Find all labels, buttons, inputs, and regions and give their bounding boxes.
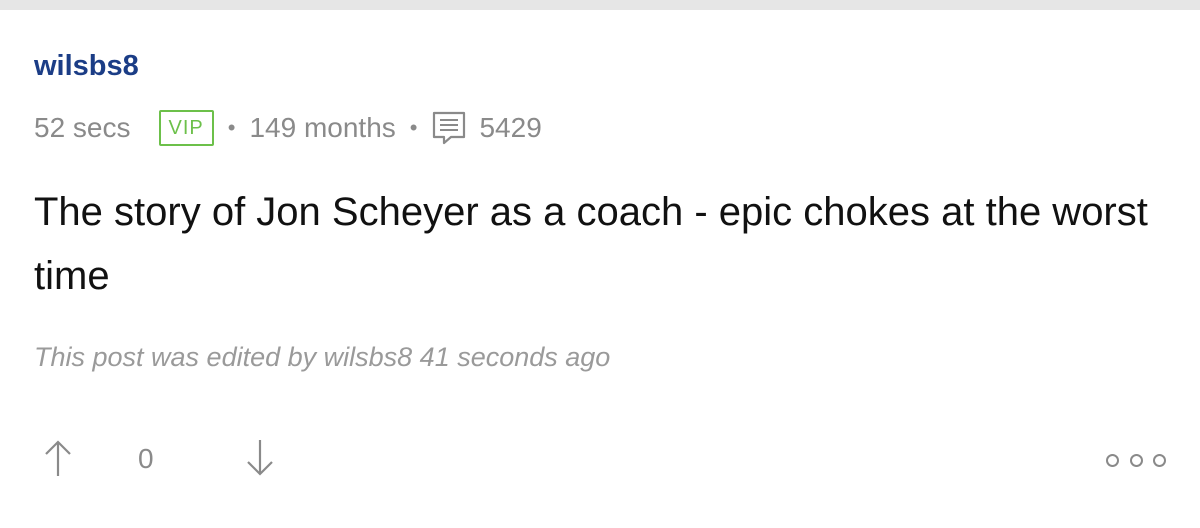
more-options-icon — [1153, 453, 1166, 467]
vip-badge: VIP — [158, 110, 214, 146]
more-options-icon — [1129, 453, 1143, 467]
member-tenure: 149 months — [249, 112, 396, 143]
more-options-icon — [1106, 453, 1119, 467]
separator-dot: • — [227, 115, 236, 140]
comment-count: 5429 — [479, 112, 542, 143]
post-meta: 52 secs VIP • 149 months • 5429 — [34, 108, 542, 148]
more-options-button[interactable] — [1106, 445, 1166, 475]
time-ago: 52 secs — [34, 112, 131, 143]
vote-score: 0 — [138, 443, 154, 474]
username-link[interactable]: wilsbs8 — [34, 50, 139, 83]
post-card: wilsbs8 52 secs VIP • 149 months • 5429 … — [0, 10, 1200, 528]
upvote-button[interactable] — [38, 435, 78, 485]
post-actions: 0 — [34, 435, 1166, 485]
post-body: The story of Jon Scheyer as a coach - ep… — [34, 190, 1148, 298]
downvote-button[interactable] — [240, 435, 280, 485]
edit-note: This post was edited by wilsbs8 41 secon… — [34, 342, 611, 372]
arrow-up-icon — [43, 438, 73, 483]
arrow-down-icon — [245, 438, 275, 483]
top-divider — [0, 0, 1200, 10]
separator-dot: • — [409, 115, 418, 140]
comment-bubble-icon — [431, 110, 467, 146]
